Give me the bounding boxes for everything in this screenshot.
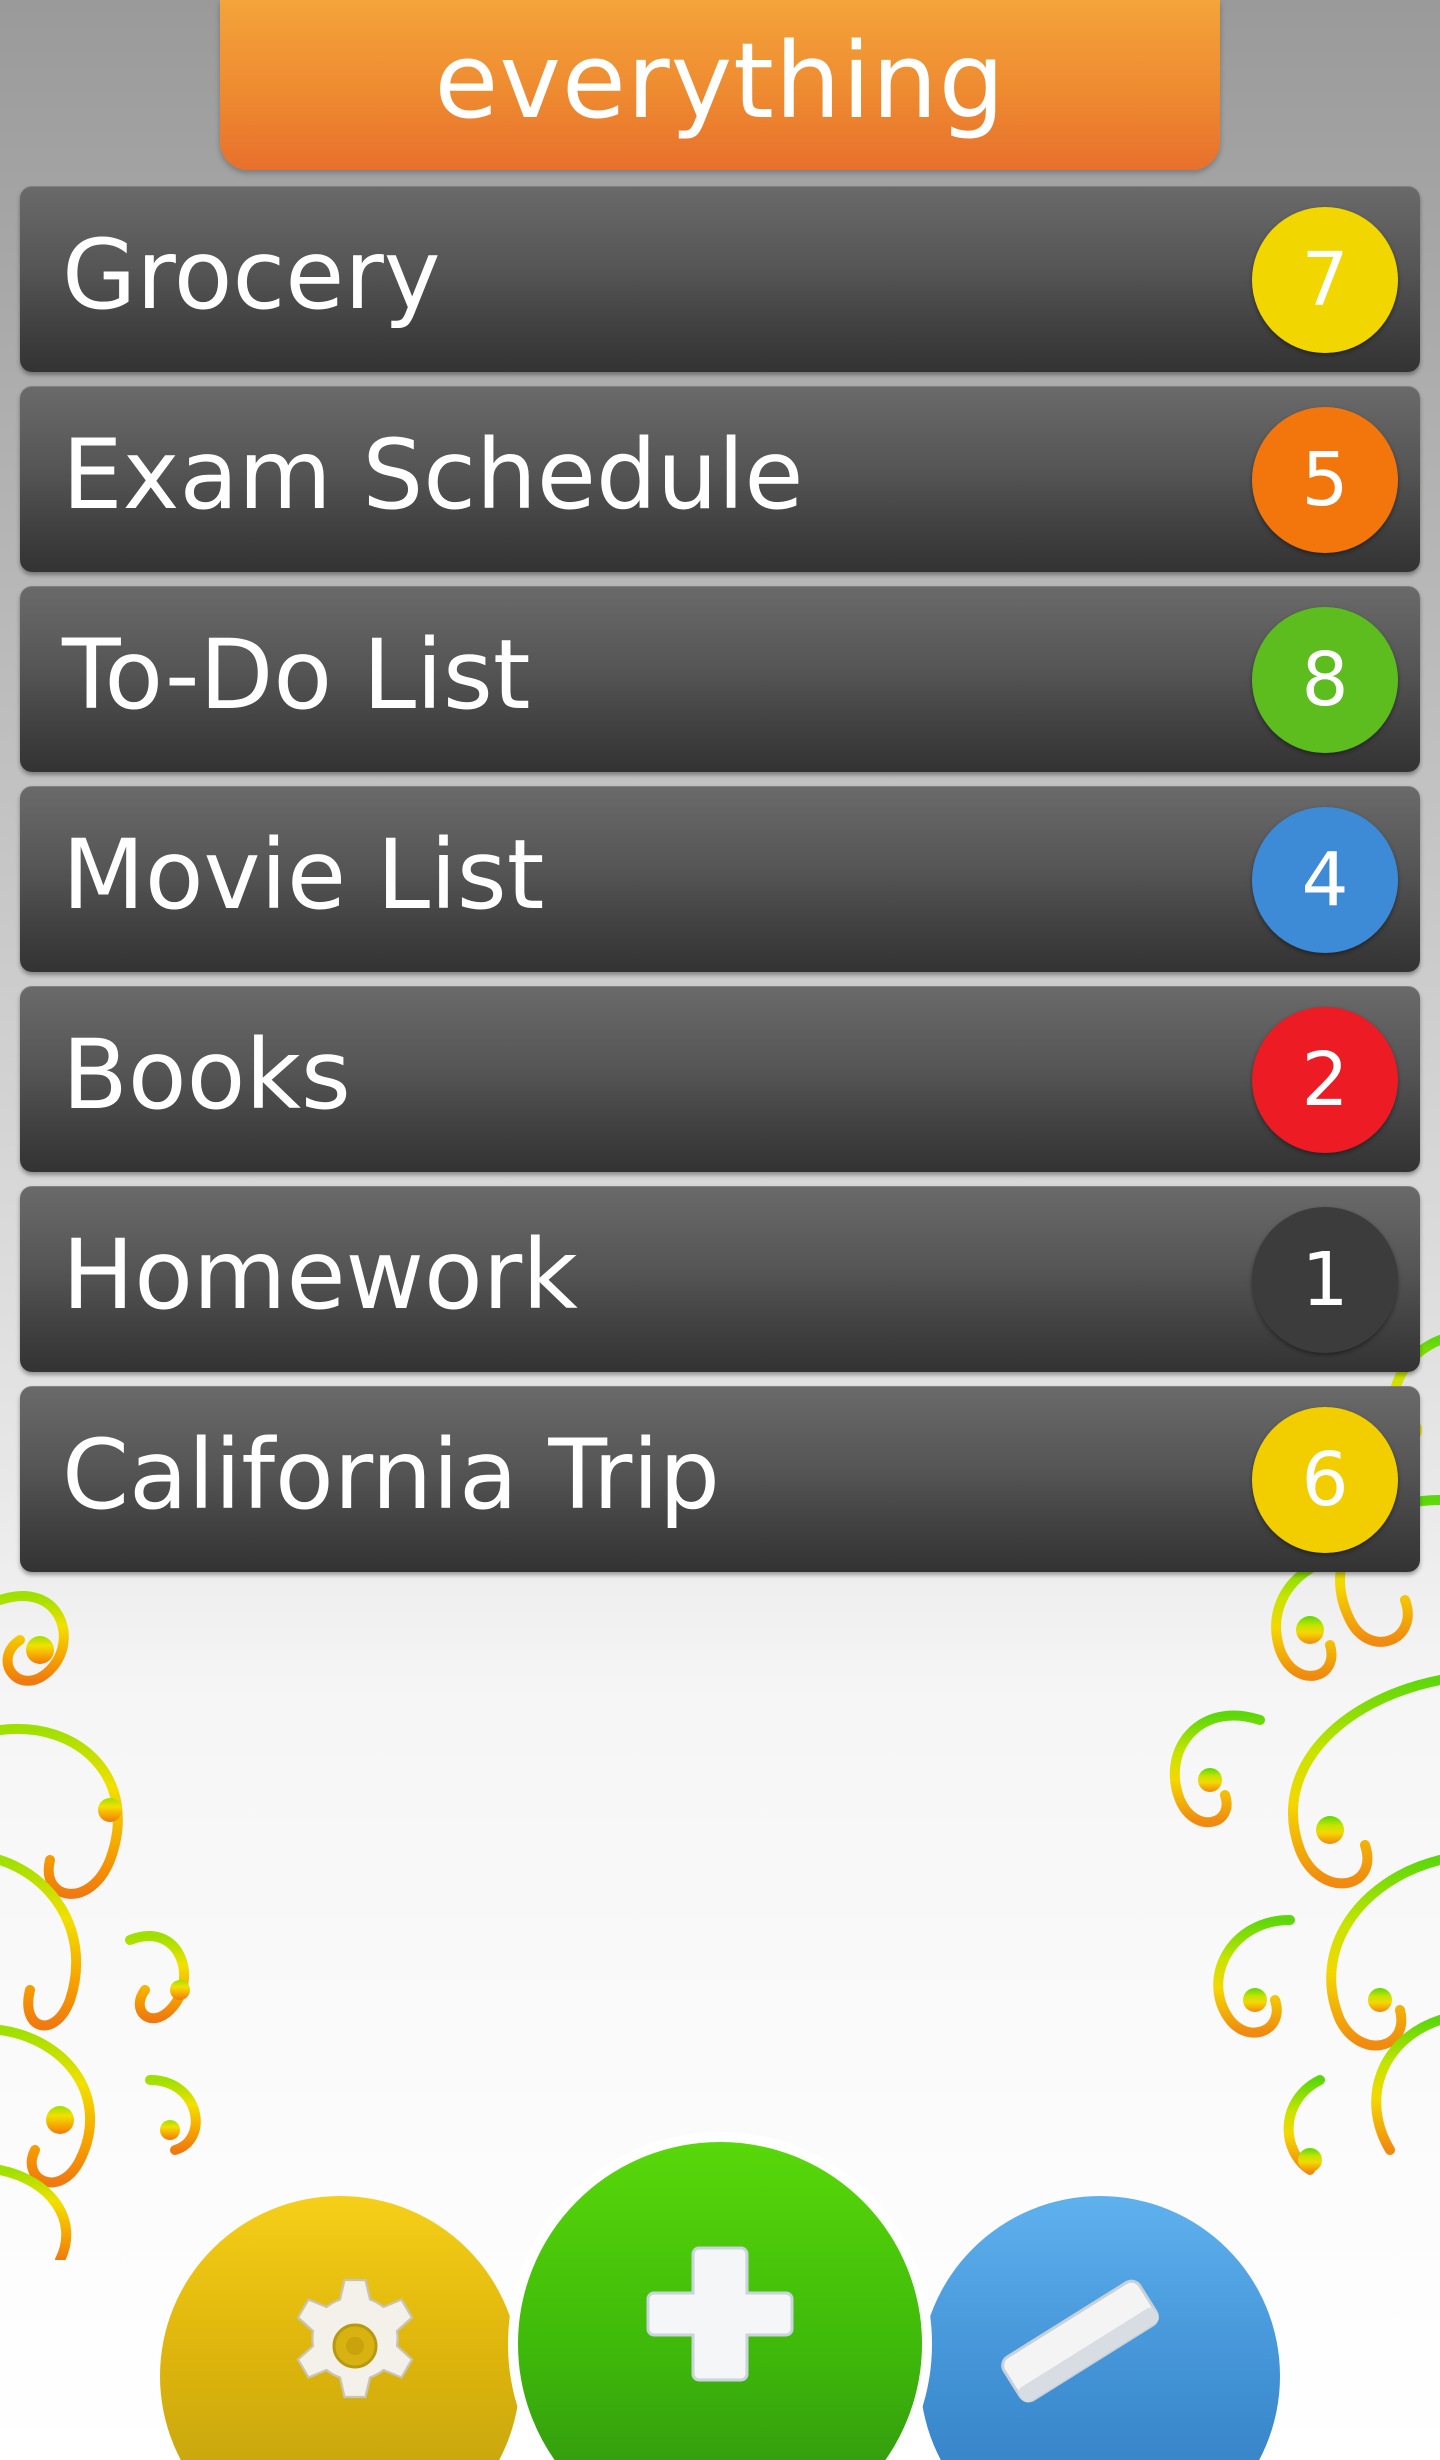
count-badge: 5 [1252,407,1398,553]
edit-button[interactable] [920,2196,1280,2460]
page-title: everything [434,20,1006,142]
list-item-label: Books [62,1019,351,1131]
list-item-label: Movie List [62,819,545,931]
list-item-label: California Trip [62,1419,720,1531]
add-button[interactable] [508,2132,932,2460]
list-collection: Grocery 7 Exam Schedule 5 To-Do List 8 M… [20,186,1420,1586]
eraser-icon [1001,2279,1159,2403]
list-item-label: Exam Schedule [62,419,804,531]
list-item-california-trip[interactable]: California Trip 6 [20,1386,1420,1572]
list-item-exam-schedule[interactable]: Exam Schedule 5 [20,386,1420,572]
list-item-homework[interactable]: Homework 1 [20,1186,1420,1372]
count-badge: 6 [1252,1407,1398,1553]
app-screen: everything Grocery 7 Exam Schedule 5 To-… [0,0,1440,2460]
count-badge: 2 [1252,1007,1398,1153]
count-badge: 4 [1252,807,1398,953]
list-item-grocery[interactable]: Grocery 7 [20,186,1420,372]
header-tab[interactable]: everything [220,0,1220,170]
count-badge: 8 [1252,607,1398,753]
list-item-movie-list[interactable]: Movie List 4 [20,786,1420,972]
count-badge: 7 [1252,207,1398,353]
count-badge: 1 [1252,1207,1398,1353]
list-item-label: To-Do List [62,619,531,731]
list-item-label: Grocery [62,219,441,331]
settings-button[interactable] [160,2196,520,2460]
list-item-label: Homework [62,1219,578,1331]
plus-icon [646,2246,794,2382]
list-item-to-do-list[interactable]: To-Do List 8 [20,586,1420,772]
list-item-books[interactable]: Books 2 [20,986,1420,1172]
gear-icon [296,2278,414,2399]
floral-decoration-left [0,1591,201,2260]
